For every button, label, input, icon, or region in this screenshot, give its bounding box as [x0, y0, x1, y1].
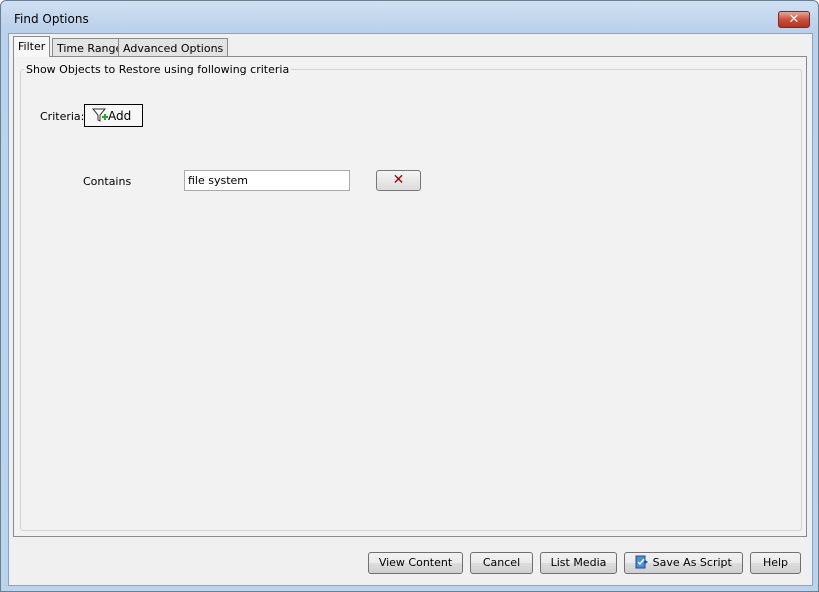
criteria-label: Criteria:: [40, 110, 85, 123]
close-button[interactable]: ✕: [778, 11, 810, 28]
remove-criteria-button[interactable]: ✕: [376, 170, 421, 191]
tab-filter[interactable]: Filter: [13, 36, 51, 57]
filter-panel: Show Objects to Restore using following …: [13, 56, 807, 537]
save-as-script-button[interactable]: Save As Script: [624, 552, 743, 574]
contains-label: Contains: [83, 175, 132, 188]
window-title: Find Options: [14, 12, 89, 26]
tab-advanced-options[interactable]: Advanced Options: [118, 38, 229, 57]
help-button[interactable]: Help: [750, 552, 801, 574]
close-icon: ✕: [788, 12, 800, 27]
view-content-button[interactable]: View Content: [368, 552, 463, 574]
add-criteria-button[interactable]: Add: [84, 104, 143, 127]
red-x-icon: ✕: [392, 172, 405, 188]
find-options-window: Find Options ✕ Filter Time Range Advance…: [0, 0, 819, 592]
script-icon: [635, 555, 649, 569]
cancel-button[interactable]: Cancel: [470, 552, 533, 574]
list-media-button[interactable]: List Media: [540, 552, 617, 574]
save-as-script-label: Save As Script: [652, 556, 732, 569]
group-legend: Show Objects to Restore using following …: [24, 63, 292, 76]
contains-input[interactable]: [184, 170, 350, 191]
filter-add-icon: [91, 108, 108, 122]
dialog-body: Filter Time Range Advanced Options Show …: [8, 33, 813, 586]
add-label: Add: [108, 109, 132, 123]
tab-time-range[interactable]: Time Range: [52, 38, 128, 57]
criteria-group: Show Objects to Restore using following …: [20, 63, 802, 531]
